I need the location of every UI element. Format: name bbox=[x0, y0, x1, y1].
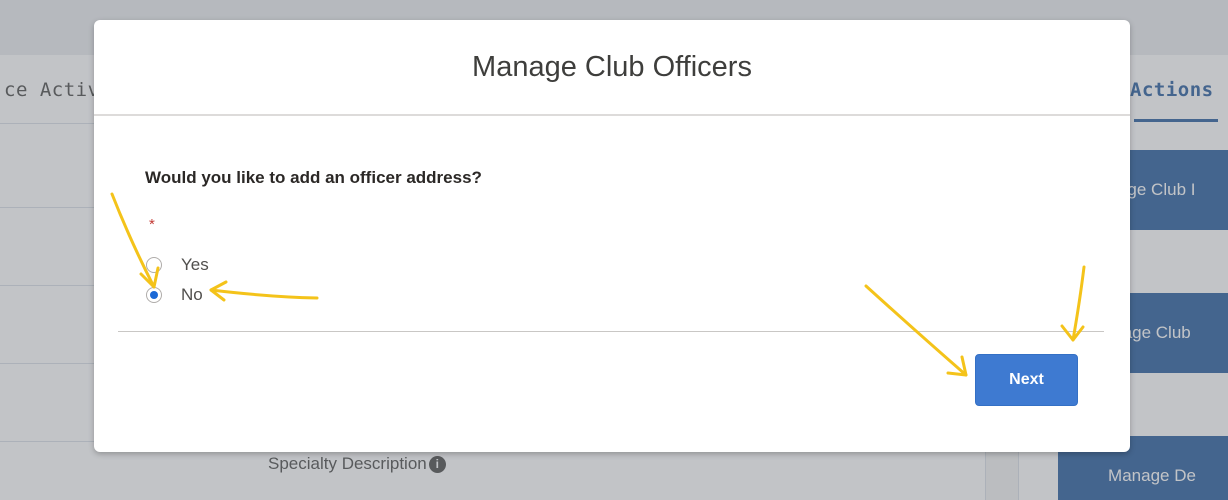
required-indicator: * bbox=[149, 216, 155, 233]
manage-club-officers-modal: Manage Club Officers Would you like to a… bbox=[94, 20, 1130, 452]
question-label: Would you like to add an officer address… bbox=[145, 168, 482, 187]
next-button[interactable]: Next bbox=[975, 354, 1078, 406]
radio-option-yes[interactable]: Yes bbox=[146, 255, 209, 275]
modal-header: Manage Club Officers bbox=[94, 20, 1130, 116]
radio-option-no[interactable]: No bbox=[146, 285, 203, 305]
radio-no-label[interactable]: No bbox=[181, 285, 203, 305]
radio-yes-input[interactable] bbox=[146, 257, 162, 273]
radio-yes-label[interactable]: Yes bbox=[181, 255, 209, 275]
radio-no-input[interactable] bbox=[146, 287, 162, 303]
modal-title: Manage Club Officers bbox=[472, 50, 752, 83]
footer-divider bbox=[118, 331, 1104, 332]
